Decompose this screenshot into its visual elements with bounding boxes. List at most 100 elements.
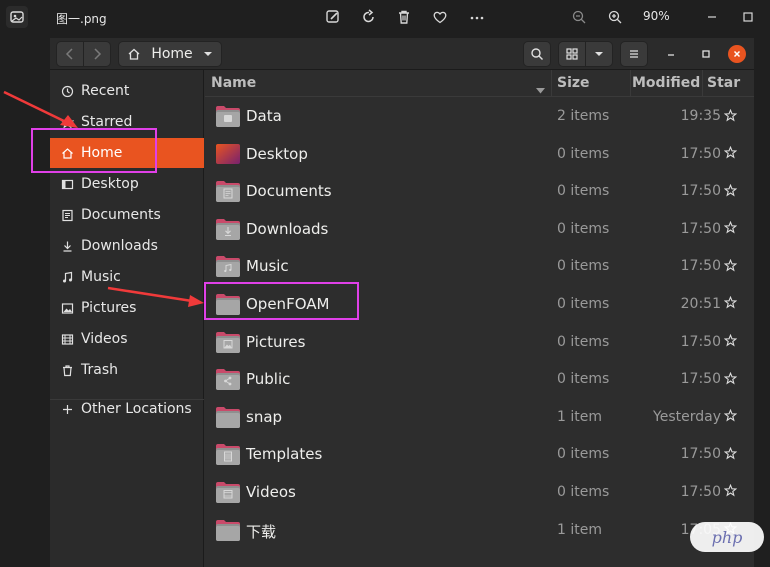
file-row[interactable]: Downloads 0 items 17:50 (205, 210, 754, 248)
close-button[interactable] (728, 45, 746, 63)
file-row[interactable]: Documents 0 items 17:50 (205, 172, 754, 210)
file-name: Templates (246, 445, 323, 464)
file-size: 0 items (557, 371, 610, 388)
back-button[interactable] (56, 41, 84, 67)
star-icon[interactable] (722, 107, 738, 123)
file-name: snap (246, 407, 283, 426)
music-icon (60, 270, 74, 284)
file-row[interactable]: snap 1 item Yesterday (205, 398, 754, 436)
file-size: 1 item (557, 408, 602, 425)
file-modified: Yesterday (653, 408, 721, 425)
minimize-icon[interactable] (700, 6, 724, 28)
forward-button[interactable] (83, 41, 111, 67)
view-toggle-button[interactable] (558, 41, 586, 67)
rotate-icon[interactable] (357, 6, 381, 28)
star-icon[interactable] (722, 408, 738, 424)
annotation-box-openfoam (204, 282, 359, 320)
video-icon (60, 332, 74, 346)
file-modified: 20:51 (680, 295, 721, 312)
file-row[interactable]: Pictures 0 items 17:50 (205, 323, 754, 361)
column-divider (702, 70, 703, 96)
file-modified: 17:50 (680, 333, 721, 350)
delete-icon[interactable] (392, 6, 416, 28)
maximize-button[interactable] (698, 46, 714, 62)
maximize-icon (702, 50, 710, 58)
zoom-out-icon[interactable] (567, 6, 591, 28)
sidebar-item-desktop[interactable]: Desktop (50, 169, 204, 199)
star-icon[interactable] (722, 220, 738, 236)
path-bar-home[interactable]: Home (118, 41, 222, 67)
sidebar-item-label: Other Locations (81, 401, 192, 417)
desktop-folder-icon (215, 142, 241, 166)
file-name: Music (246, 257, 289, 276)
file-row[interactable]: Desktop 0 items 17:50 (205, 135, 754, 173)
sidebar-item-label: Downloads (81, 238, 158, 254)
folder-icon (215, 217, 241, 241)
annotation-box-home (31, 128, 157, 173)
sidebar-item-label: Videos (81, 331, 128, 347)
file-size: 0 items (557, 295, 610, 312)
folder-icon (215, 480, 241, 504)
view-options-button[interactable] (585, 41, 613, 67)
file-row[interactable]: Videos 0 items 17:50 (205, 473, 754, 511)
star-icon[interactable] (722, 145, 738, 161)
plus-icon (60, 402, 74, 416)
close-icon (733, 50, 741, 58)
column-divider (630, 70, 631, 96)
search-button[interactable] (523, 41, 551, 67)
search-icon (531, 48, 543, 60)
star-icon[interactable] (722, 333, 738, 349)
file-name: 下载 (246, 522, 277, 541)
file-size: 0 items (557, 220, 610, 237)
file-modified: 17:50 (680, 483, 721, 500)
star-icon[interactable] (722, 182, 738, 198)
file-size: 0 items (557, 145, 610, 162)
maximize-icon[interactable] (736, 6, 760, 28)
minimize-button[interactable] (663, 46, 679, 62)
star-icon[interactable] (722, 257, 738, 273)
folder-icon (215, 254, 241, 278)
file-name: Public (246, 370, 291, 389)
column-header-name[interactable]: Name (211, 70, 551, 96)
file-size: 0 items (557, 258, 610, 275)
file-row[interactable]: Templates 0 items 17:50 (205, 435, 754, 473)
column-header-star[interactable]: Star (707, 70, 747, 96)
sidebar-item-label: Desktop (81, 176, 139, 192)
sidebar-item-trash[interactable]: Trash (50, 355, 204, 385)
header-bar: Home (50, 38, 754, 70)
file-modified: 17:50 (680, 220, 721, 237)
file-modified: 17:50 (680, 258, 721, 275)
file-size: 0 items (557, 446, 610, 463)
file-name: Data (246, 107, 282, 125)
file-modified: 19:35 (680, 108, 721, 124)
sidebar-item-label: Trash (81, 362, 118, 378)
folder-icon (215, 330, 241, 354)
download-icon (60, 239, 74, 253)
sidebar-item-documents[interactable]: Documents (50, 200, 204, 230)
star-icon[interactable] (722, 483, 738, 499)
column-header-size[interactable]: Size (557, 70, 627, 96)
desktop-icon (60, 177, 74, 191)
file-row[interactable]: Public 0 items 17:50 (205, 360, 754, 398)
file-row[interactable]: Data 2 items 19:35 (205, 97, 754, 135)
star-icon[interactable] (722, 370, 738, 386)
file-row[interactable]: 下载1 item17:05 (205, 511, 754, 549)
folder-icon (215, 405, 241, 429)
star-icon[interactable] (722, 445, 738, 461)
star-icon[interactable] (722, 295, 738, 311)
folder-icon (215, 104, 241, 128)
grid-view-icon (566, 48, 578, 60)
favorite-icon[interactable] (428, 6, 452, 28)
file-row[interactable]: Music 0 items 17:50 (205, 247, 754, 285)
zoom-in-icon[interactable] (603, 6, 627, 28)
more-icon[interactable] (465, 6, 489, 28)
sidebar-item-other-locations[interactable]: Other Locations (50, 394, 204, 424)
file-modified: 17:50 (680, 183, 721, 200)
edit-icon[interactable] (321, 6, 345, 28)
main-menu-button[interactable] (620, 41, 648, 67)
sidebar-item-videos[interactable]: Videos (50, 324, 204, 354)
minimize-icon (668, 54, 674, 56)
file-name: Desktop (246, 144, 308, 163)
sidebar-item-downloads[interactable]: Downloads (50, 231, 204, 261)
annotation-arrow-home (3, 90, 78, 128)
